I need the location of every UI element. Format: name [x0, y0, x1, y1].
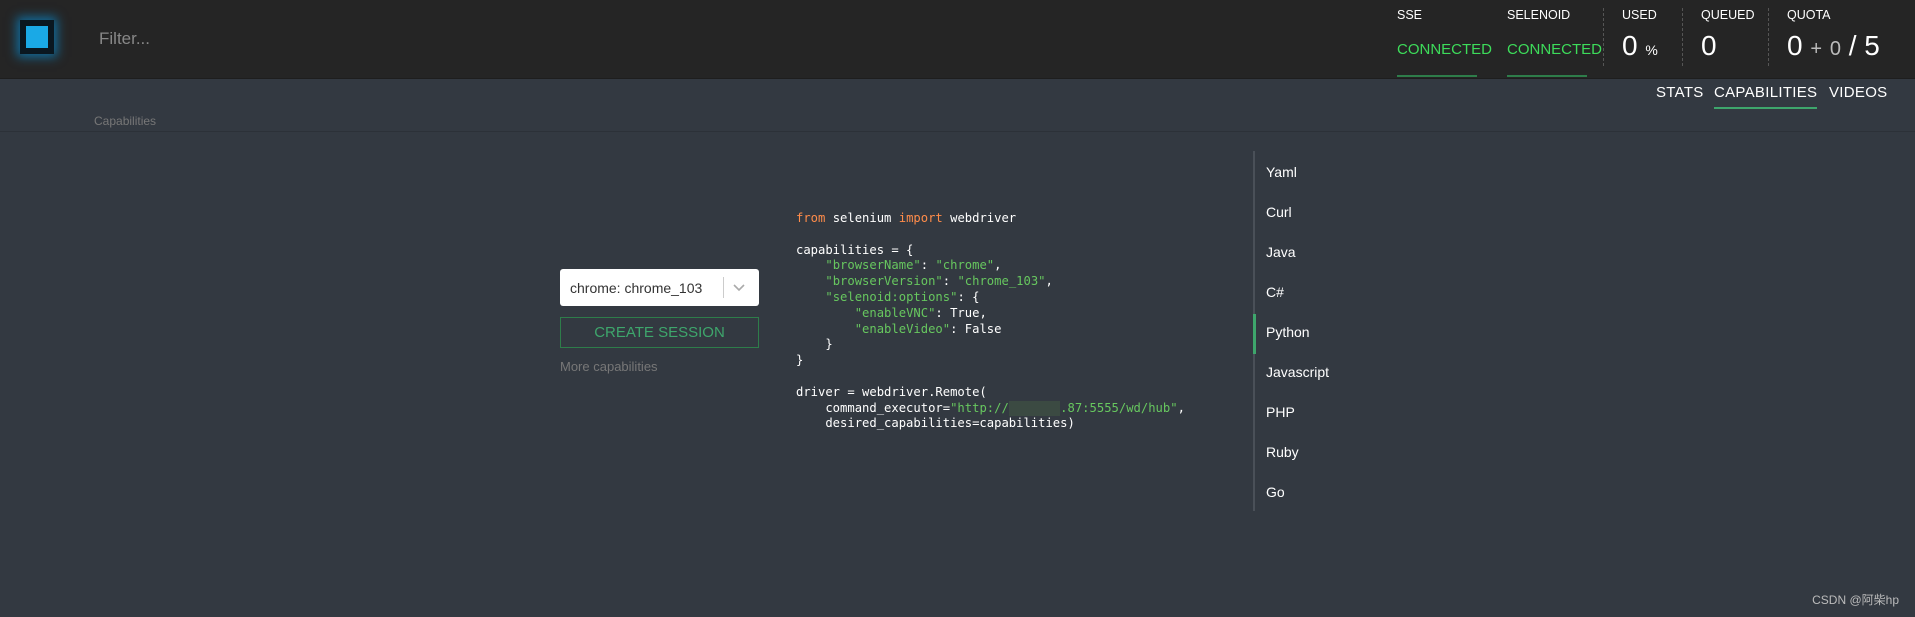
used-number: 0 — [1622, 30, 1638, 61]
tab-videos[interactable]: VIDEOS — [1829, 84, 1887, 107]
sse-label: SSE — [1397, 8, 1423, 22]
divider — [1768, 8, 1769, 66]
code-line: desired_capabilities=capabilities) — [796, 416, 1075, 431]
tab-capabilities[interactable]: CAPABILITIES — [1714, 84, 1818, 109]
language-item-php[interactable]: PHP — [1266, 404, 1295, 420]
stat-quota: QUOTA 0 + 0 / 5 — [1787, 0, 1907, 78]
code-line: driver = webdriver.Remote( — [796, 384, 987, 399]
code-line: } — [796, 337, 833, 352]
watermark: CSDN @阿柴hp — [1812, 593, 1899, 607]
code-line: } — [796, 353, 804, 368]
language-item-yaml[interactable]: Yaml — [1266, 164, 1297, 180]
sub-navigation — [0, 79, 1915, 132]
used-label: USED — [1622, 8, 1657, 22]
language-item-javascript[interactable]: Javascript — [1266, 364, 1329, 380]
used-unit: % — [1645, 42, 1658, 58]
code-line: "enableVNC": True, — [854, 305, 987, 320]
browser-select[interactable]: chrome: chrome_103 — [560, 269, 759, 306]
stat-queued: QUEUED 0 — [1701, 0, 1771, 78]
code-snippet: from selenium import webdriver capabilit… — [796, 211, 1185, 432]
code-line: command_executor="http://xxx.xxx.87:5555… — [796, 400, 1185, 417]
top-bar: SSE CONNECTED SELENOID CONNECTED USED 0 … — [0, 0, 1915, 79]
code-line: "enableVideo": False — [854, 321, 1002, 336]
more-capabilities-link[interactable]: More capabilities — [560, 359, 658, 374]
selenoid-label: SELENOID — [1507, 8, 1571, 22]
code-line: capabilities = { — [796, 242, 914, 257]
selenoid-logo-icon[interactable] — [20, 20, 54, 54]
selenoid-underline — [1507, 75, 1587, 77]
quota-label: QUOTA — [1787, 8, 1831, 22]
sse-status: CONNECTED — [1397, 41, 1493, 58]
divider — [1603, 8, 1604, 66]
language-item-python[interactable]: Python — [1253, 314, 1310, 354]
tab-stats[interactable]: STATS — [1656, 84, 1704, 107]
divider — [1682, 8, 1683, 66]
quota-pending: 0 — [1829, 38, 1841, 60]
language-menu: Yaml Curl Java C# Python Javascript PHP … — [1253, 151, 1355, 511]
quota-used: 0 — [1787, 30, 1803, 61]
stat-used: USED 0 % — [1622, 0, 1677, 78]
selenoid-status: CONNECTED — [1507, 41, 1603, 58]
quota-slash: / — [1848, 30, 1857, 61]
stat-selenoid: SELENOID CONNECTED — [1507, 0, 1602, 78]
breadcrumb: Capabilities — [94, 114, 157, 128]
quota-value: 0 + 0 / 5 — [1787, 30, 1880, 62]
code-line: "browserName": "chrome", — [825, 258, 1002, 273]
language-item-csharp[interactable]: C# — [1266, 284, 1284, 300]
redacted-ip: xxx.xxx — [1008, 400, 1061, 417]
stat-sse: SSE CONNECTED — [1397, 0, 1492, 78]
sse-underline — [1397, 75, 1477, 77]
quota-total: 5 — [1864, 30, 1880, 61]
code-line: "browserVersion": "chrome_103", — [825, 274, 1053, 289]
queued-value: 0 — [1701, 30, 1717, 61]
code-line: from selenium import webdriver — [796, 211, 1017, 225]
language-item-go[interactable]: Go — [1266, 484, 1285, 500]
browser-select-value: chrome: chrome_103 — [570, 280, 703, 296]
logo-square — [26, 26, 48, 48]
code-line: "selenoid:options": { — [825, 289, 980, 304]
language-item-ruby[interactable]: Ruby — [1266, 444, 1299, 460]
select-separator — [723, 277, 724, 298]
create-session-button[interactable]: CREATE SESSION — [560, 317, 759, 348]
used-value: 0 % — [1622, 30, 1658, 62]
queued-label: QUEUED — [1701, 8, 1755, 22]
language-item-java[interactable]: Java — [1266, 244, 1296, 260]
filter-input[interactable] — [97, 24, 701, 54]
language-item-curl[interactable]: Curl — [1266, 204, 1292, 220]
quota-plus: + — [1810, 38, 1823, 60]
url-suffix: .87:5555/wd/hub — [1060, 400, 1171, 415]
chevron-down-icon[interactable] — [731, 275, 747, 302]
